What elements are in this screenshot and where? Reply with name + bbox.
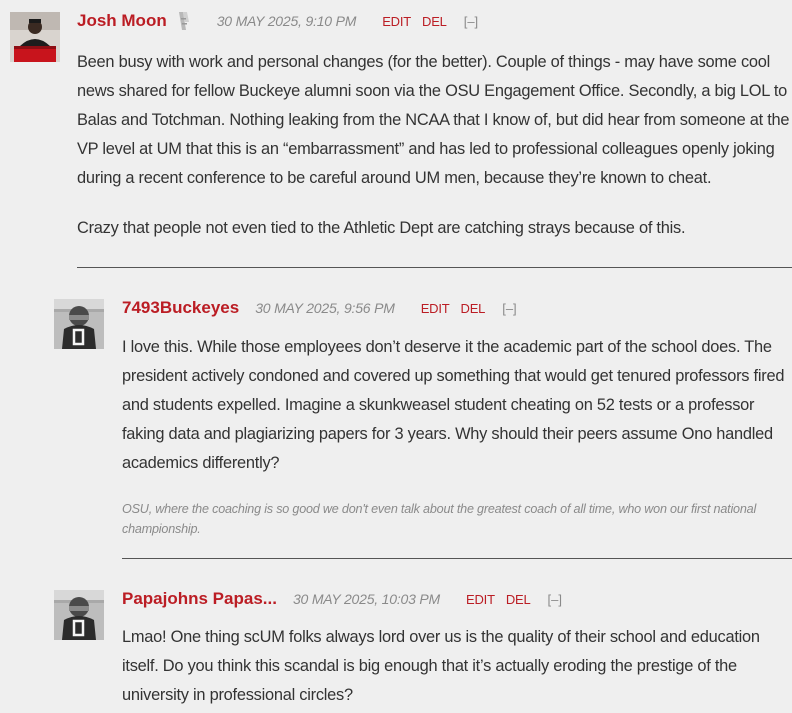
trophy-badge-icon [175, 10, 191, 32]
comment-body: Been busy with work and personal changes… [77, 48, 792, 243]
comment-body: Lmao! One thing scUM folks always lord o… [122, 623, 787, 710]
collapse-toggle[interactable]: [–] [548, 592, 562, 607]
comment-paragraph: Crazy that people not even tied to the A… [77, 219, 686, 237]
divider [122, 558, 792, 559]
edit-link[interactable]: EDIT [421, 301, 450, 316]
comment-body: I love this. While those employees don’t… [122, 333, 790, 478]
username[interactable]: Josh Moon [77, 11, 167, 31]
avatar[interactable] [54, 299, 104, 349]
delete-link[interactable]: DEL [461, 301, 486, 316]
comment-paragraph: Been busy with work and personal changes… [77, 53, 790, 187]
edit-link[interactable]: EDIT [382, 14, 411, 29]
avatar[interactable] [54, 590, 104, 640]
username[interactable]: Papajohns Papas... [122, 589, 277, 609]
collapse-toggle[interactable]: [–] [502, 301, 516, 316]
delete-link[interactable]: DEL [506, 592, 531, 607]
avatar[interactable] [10, 12, 60, 62]
username[interactable]: 7493Buckeyes [122, 298, 239, 318]
divider [77, 267, 792, 268]
timestamp: 30 MAY 2025, 9:10 PM [216, 13, 357, 29]
comment-paragraph: Lmao! One thing scUM folks always lord o… [122, 628, 760, 704]
collapse-toggle[interactable]: [–] [464, 14, 478, 29]
delete-link[interactable]: DEL [422, 14, 447, 29]
user-signature: OSU, where the coaching is so good we do… [122, 502, 757, 536]
timestamp: 30 MAY 2025, 9:56 PM [255, 300, 395, 316]
timestamp: 30 MAY 2025, 10:03 PM [292, 591, 440, 607]
edit-link[interactable]: EDIT [466, 592, 495, 607]
comment-paragraph: I love this. While those employees don’t… [122, 338, 785, 472]
